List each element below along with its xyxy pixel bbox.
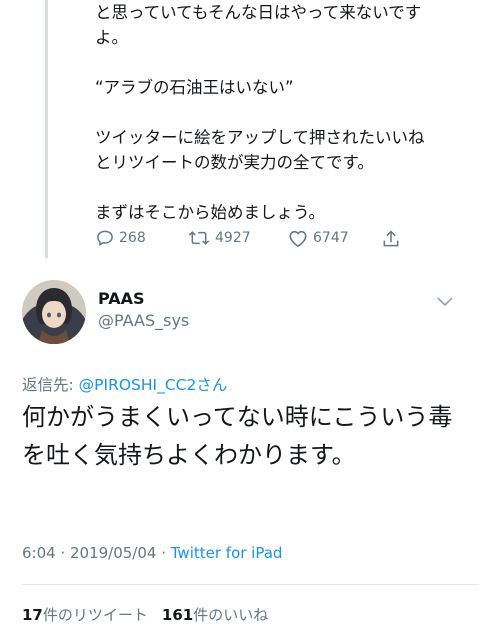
like-button[interactable]: 6747 [287, 228, 349, 248]
parent-tweet-paragraph: ツイッターに絵をアップして押されたいいね とリツイートの数が実力の全てです。 [95, 128, 425, 172]
tweet-stats: 17件のリツイート 161件のいいね [22, 604, 268, 625]
more-options-button[interactable] [436, 292, 454, 311]
retweet-count: 4927 [215, 230, 251, 246]
replying-to-label: 返信先: [22, 376, 79, 394]
tweet-source[interactable]: Twitter for iPad [171, 544, 283, 562]
user-handle[interactable]: @PAAS_sys [98, 311, 189, 330]
likes-count: 161 [161, 606, 194, 624]
avatar[interactable] [22, 280, 86, 344]
reply-icon [97, 230, 113, 247]
divider [22, 584, 479, 585]
display-name[interactable]: PAAS [98, 289, 145, 308]
parent-tweet-text: と思っていてもそんな日はやって来ないです よ。 “アラブの石油王はいない” ツイ… [95, 0, 470, 225]
reply-button[interactable]: 268 [95, 228, 146, 248]
tweet-timestamp[interactable]: 6:04 · 2019/05/04 · [22, 544, 171, 562]
retweets-count: 17 [22, 606, 43, 624]
retweets-label: 件のリツイート [42, 606, 148, 624]
tweet-text: 何かがうまくいってない時にこういう毒を吐く気持ちよくわかります。 [22, 403, 453, 469]
chevron-down-icon [437, 297, 453, 307]
parent-tweet-paragraph: “アラブの石油王はいない” [95, 78, 294, 97]
reply-count: 268 [119, 230, 146, 246]
tweet-author: PAAS @PAAS_sys [22, 280, 462, 344]
parent-tweet-paragraph: と思っていてもそんな日はやって来ないです よ。 [95, 3, 422, 47]
like-icon [289, 230, 307, 248]
tweet-meta: 6:04 · 2019/05/04 · Twitter for iPad [22, 544, 282, 562]
likes-stat[interactable]: 161件のいいね [162, 606, 268, 624]
retweet-icon [188, 231, 210, 245]
retweet-button[interactable]: 4927 [187, 228, 251, 248]
replying-to-link[interactable]: @PIROSHI_CC2さん [79, 376, 228, 394]
thread-line [45, 0, 48, 258]
retweets-stat[interactable]: 17件のリツイート [22, 606, 148, 624]
replying-to: 返信先: @PIROSHI_CC2さん [22, 373, 227, 395]
like-count: 6747 [313, 230, 349, 246]
parent-tweet-paragraph: まずはそこから始めましょう。 [95, 203, 326, 222]
likes-label: 件のいいね [193, 606, 269, 624]
parent-tweet-actions: 268 4927 6747 [95, 228, 425, 252]
share-button[interactable] [381, 228, 401, 250]
share-icon [383, 230, 399, 247]
